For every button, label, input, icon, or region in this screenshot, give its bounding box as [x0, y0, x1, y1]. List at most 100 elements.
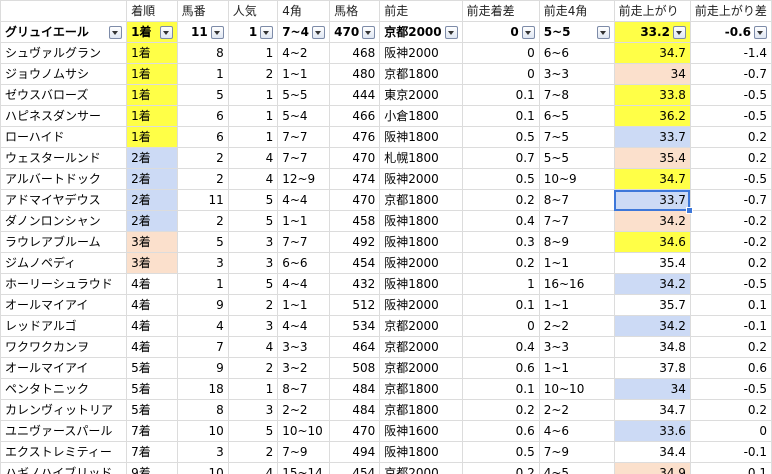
cell-body-weight[interactable]: 464	[329, 336, 381, 358]
cell-corner4[interactable]: 7~9	[277, 441, 331, 463]
cell-body-weight[interactable]: 512	[329, 294, 381, 316]
cell-corner4[interactable]: 4~2	[277, 42, 331, 64]
cell-prev-last3f[interactable]: 33.8	[613, 84, 691, 106]
cell-horse-number[interactable]: 18	[176, 378, 229, 400]
cell-prev-corner4[interactable]: 2~2	[538, 315, 615, 337]
cell-body-weight[interactable]: 480	[329, 63, 381, 85]
cell-corner4[interactable]: 5~4	[277, 105, 331, 127]
cell-prev-race[interactable]: 阪神2000	[379, 294, 463, 316]
cell-popularity[interactable]: 4	[227, 168, 279, 190]
cell-body-weight[interactable]: 454	[329, 462, 381, 474]
cell-corner4[interactable]: 1~1	[277, 294, 331, 316]
cell-prev-margin[interactable]: 0.4	[461, 336, 540, 358]
cell-prev-race[interactable]: 阪神1800	[379, 273, 463, 295]
cell-prev-corner4[interactable]: 7~7	[538, 210, 615, 232]
cell-prev-race[interactable]: 京都1800	[379, 378, 463, 400]
cell-horse-number[interactable]: 4	[176, 315, 229, 337]
cell-corner4[interactable]: 8~7	[277, 378, 331, 400]
cell-prev-corner4[interactable]: 7~8	[538, 84, 615, 106]
cell-prev-corner4[interactable]: 3~3	[538, 63, 615, 85]
filter-dropdown-icon[interactable]	[312, 25, 326, 39]
cell-prev-last3f-diff[interactable]: -0.1	[689, 441, 772, 463]
cell-finish[interactable]: 5着	[126, 399, 178, 421]
cell-prev-last3f[interactable]: 36.2	[613, 105, 691, 127]
cell-prev-corner4[interactable]: 10~9	[538, 168, 615, 190]
cell-prev-race[interactable]: 阪神1800	[379, 210, 463, 232]
cell-horse-number[interactable]: 9	[176, 294, 229, 316]
cell-finish[interactable]: 1着	[126, 63, 178, 85]
cell-popularity[interactable]: 4	[227, 147, 279, 169]
cell-body-weight[interactable]: 454	[329, 252, 381, 274]
cell-prev-last3f[interactable]: 35.4	[613, 252, 691, 274]
cell-prev-last3f-diff[interactable]: 0.2	[689, 126, 772, 148]
cell-horse-name[interactable]: ローハイド	[0, 126, 128, 148]
filter-dropdown-icon[interactable]	[596, 25, 610, 39]
filter-cell-prev-last3f[interactable]: 33.2	[613, 21, 691, 43]
cell-body-weight[interactable]: 484	[329, 399, 381, 421]
cell-corner4[interactable]: 7~7	[277, 231, 331, 253]
cell-prev-margin[interactable]: 0.2	[461, 462, 540, 474]
cell-prev-corner4[interactable]: 5~5	[538, 147, 615, 169]
cell-horse-name[interactable]: ワクワクカンヲ	[0, 336, 128, 358]
cell-prev-last3f[interactable]: 34.2	[613, 273, 691, 295]
cell-prev-margin[interactable]: 0.5	[461, 168, 540, 190]
cell-finish[interactable]: 5着	[126, 378, 178, 400]
cell-prev-margin[interactable]: 0.6	[461, 357, 540, 379]
cell-prev-margin[interactable]: 0.1	[461, 84, 540, 106]
cell-prev-last3f[interactable]: 37.8	[613, 357, 691, 379]
cell-horse-number[interactable]: 2	[176, 210, 229, 232]
cell-finish[interactable]: 4着	[126, 273, 178, 295]
cell-horse-number[interactable]: 9	[176, 357, 229, 379]
cell-prev-corner4[interactable]: 1~1	[538, 357, 615, 379]
cell-prev-corner4[interactable]: 10~10	[538, 378, 615, 400]
cell-finish[interactable]: 5着	[126, 357, 178, 379]
cell-prev-margin[interactable]: 0.7	[461, 147, 540, 169]
cell-prev-last3f-diff[interactable]: -0.7	[689, 63, 772, 85]
cell-horse-name[interactable]: ゼウスバローズ	[0, 84, 128, 106]
cell-popularity[interactable]: 3	[227, 399, 279, 421]
cell-popularity[interactable]: 4	[227, 336, 279, 358]
cell-prev-margin[interactable]: 0.2	[461, 189, 540, 211]
cell-horse-name[interactable]: ユニヴァースパール	[0, 420, 128, 442]
cell-prev-last3f-diff[interactable]: 0.2	[689, 336, 772, 358]
cell-horse-number[interactable]: 2	[176, 168, 229, 190]
filter-cell-popularity[interactable]: 1	[227, 21, 279, 43]
cell-prev-margin[interactable]: 0.1	[461, 105, 540, 127]
cell-body-weight[interactable]: 494	[329, 441, 381, 463]
cell-body-weight[interactable]: 476	[329, 126, 381, 148]
cell-finish[interactable]: 7着	[126, 420, 178, 442]
cell-prev-margin[interactable]: 0	[461, 315, 540, 337]
cell-horse-name[interactable]: アドマイヤデウス	[0, 189, 128, 211]
cell-prev-race[interactable]: 阪神1800	[379, 441, 463, 463]
header-prev-margin[interactable]: 前走着差	[461, 0, 540, 22]
filter-dropdown-icon[interactable]	[672, 25, 686, 39]
cell-popularity[interactable]: 1	[227, 126, 279, 148]
cell-finish[interactable]: 7着	[126, 441, 178, 463]
filter-dropdown-icon[interactable]	[210, 25, 224, 39]
cell-popularity[interactable]: 5	[227, 420, 279, 442]
cell-popularity[interactable]: 3	[227, 315, 279, 337]
cell-prev-race[interactable]: 阪神2000	[379, 252, 463, 274]
cell-body-weight[interactable]: 470	[329, 147, 381, 169]
cell-prev-last3f-diff[interactable]: -1.4	[689, 42, 772, 64]
cell-corner4[interactable]: 1~1	[277, 63, 331, 85]
cell-horse-number[interactable]: 10	[176, 420, 229, 442]
header-horse-number[interactable]: 馬番	[176, 0, 229, 22]
cell-corner4[interactable]: 4~4	[277, 315, 331, 337]
cell-finish[interactable]: 3着	[126, 231, 178, 253]
cell-corner4[interactable]: 3~3	[277, 336, 331, 358]
filter-dropdown-icon[interactable]	[362, 25, 376, 39]
header-prev-corner4[interactable]: 前走4角	[538, 0, 615, 22]
cell-finish[interactable]: 2着	[126, 210, 178, 232]
cell-corner4[interactable]: 15~14	[277, 462, 331, 474]
cell-prev-corner4[interactable]: 8~7	[538, 189, 615, 211]
cell-corner4[interactable]: 4~4	[277, 189, 331, 211]
cell-horse-number[interactable]: 5	[176, 84, 229, 106]
header-finish[interactable]: 着順	[126, 0, 178, 22]
cell-prev-last3f-diff[interactable]: -0.5	[689, 273, 772, 295]
cell-prev-last3f-diff[interactable]: -0.7	[689, 189, 772, 211]
cell-prev-race[interactable]: 阪神2000	[379, 42, 463, 64]
cell-body-weight[interactable]: 470	[329, 420, 381, 442]
cell-popularity[interactable]: 1	[227, 84, 279, 106]
cell-prev-last3f-diff[interactable]: 0.2	[689, 399, 772, 421]
